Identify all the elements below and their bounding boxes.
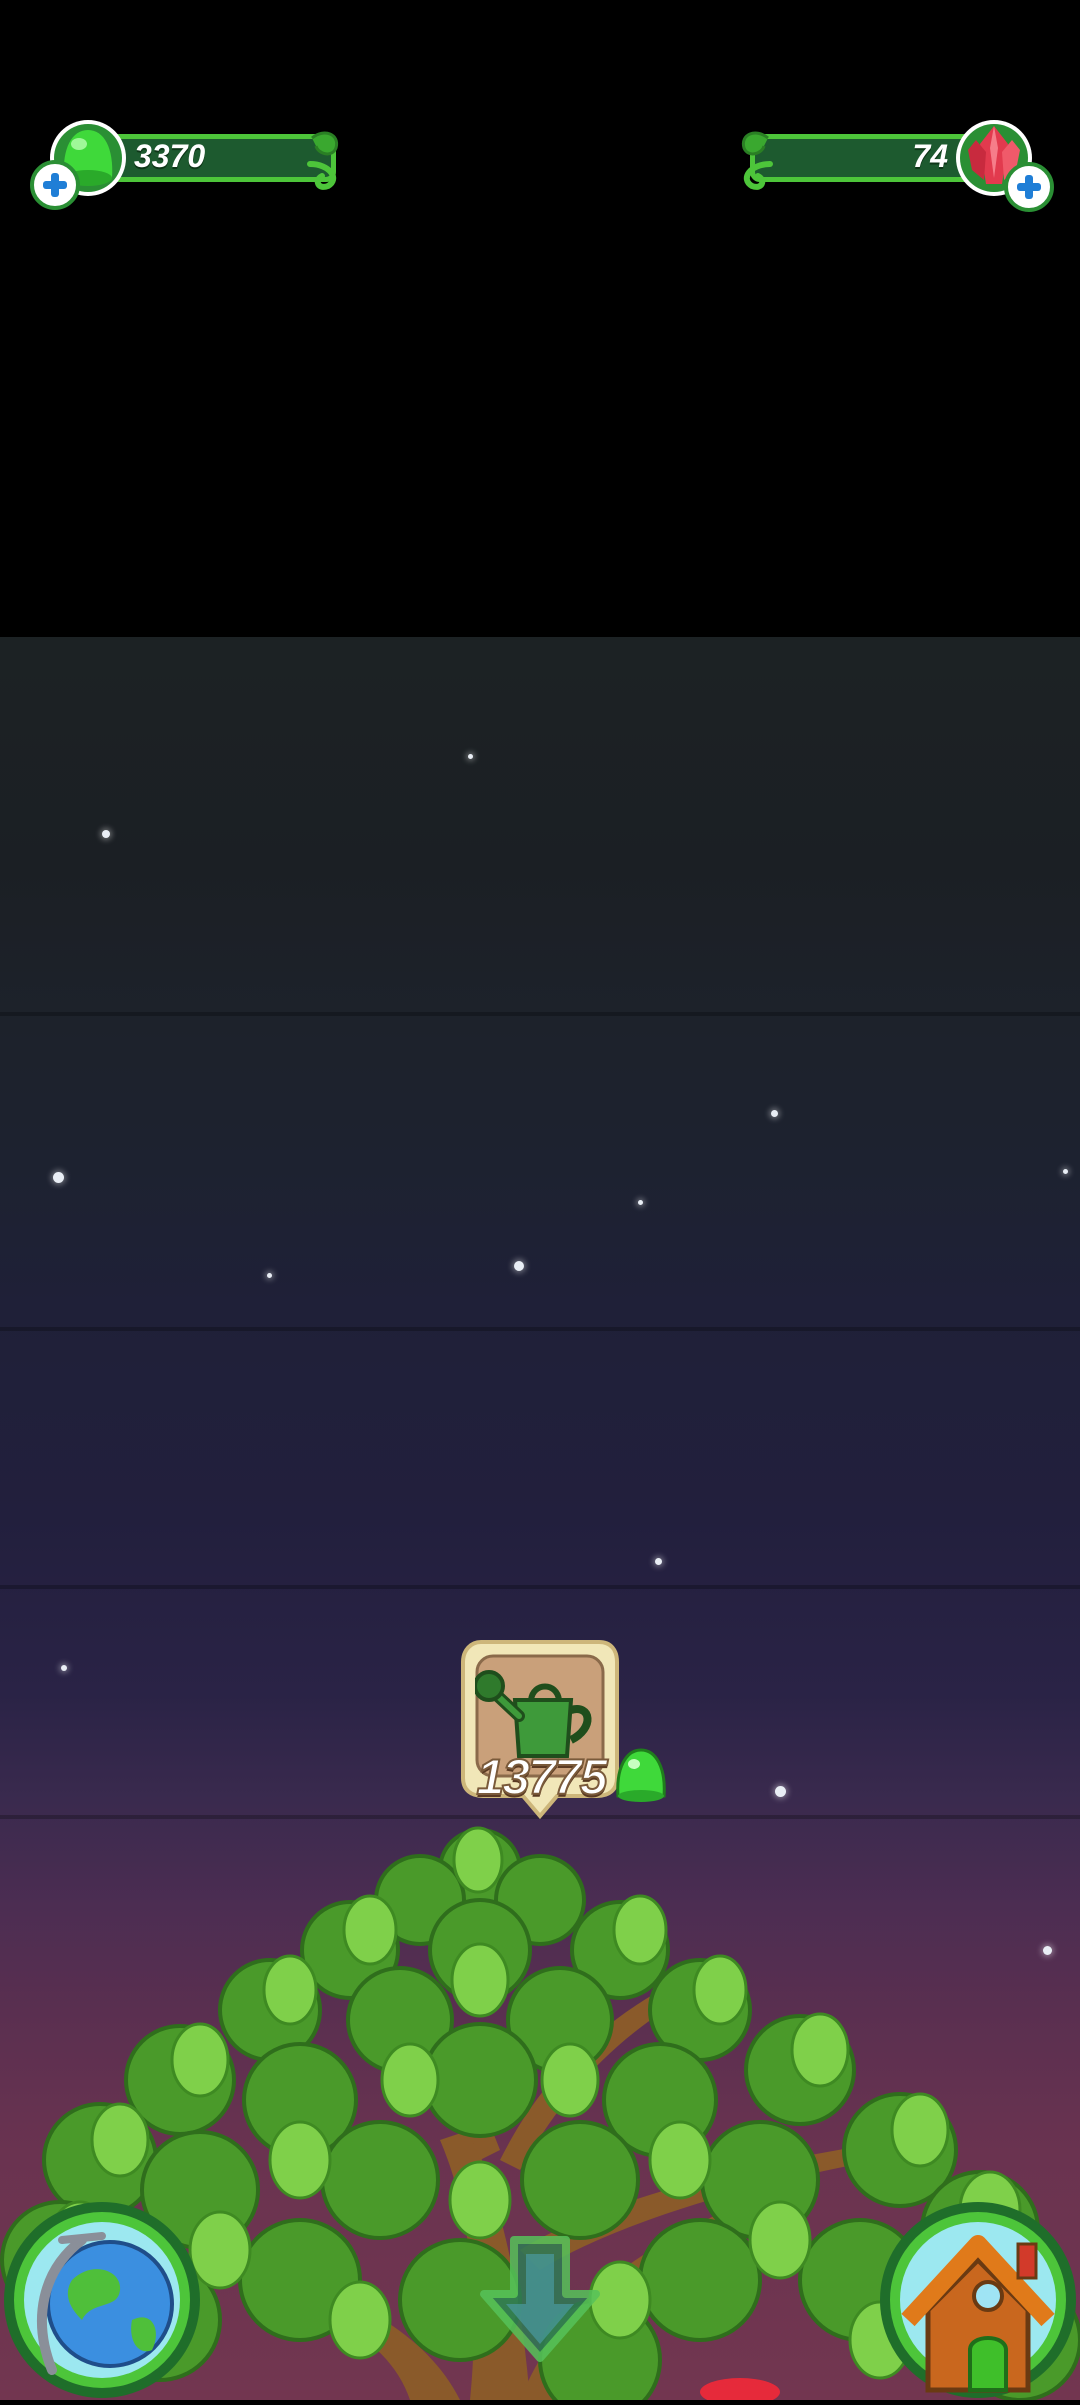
sky-band	[0, 1327, 1080, 1331]
vine-curl-icon	[741, 131, 773, 190]
sky-band	[0, 1585, 1080, 1589]
down-arrow-icon	[480, 2236, 600, 2362]
add-gems-button[interactable]	[1004, 162, 1054, 212]
watering-badge[interactable]: 13775	[461, 1640, 619, 1820]
star	[53, 1172, 64, 1183]
star	[102, 830, 110, 838]
star	[638, 1200, 643, 1205]
star	[61, 1665, 67, 1671]
world-map-button[interactable]	[2, 2200, 202, 2400]
watering-cost: 13775	[475, 1748, 608, 1806]
home-button[interactable]	[878, 2200, 1078, 2400]
gem-counter: 74	[728, 118, 1058, 212]
gem-count: 74	[912, 138, 948, 174]
star	[771, 1110, 778, 1117]
gumdrop-count: 3370	[134, 138, 206, 174]
star	[655, 1558, 662, 1565]
star	[267, 1273, 272, 1278]
vine-curl-icon	[307, 131, 339, 190]
sky-band	[0, 1012, 1080, 1016]
scroll-down-button[interactable]	[470, 2230, 610, 2370]
add-gumdrops-button[interactable]	[30, 160, 80, 210]
star	[514, 1261, 524, 1271]
star	[1063, 1169, 1068, 1174]
globe-icon	[4, 2202, 200, 2398]
green-gumdrop-icon	[616, 1748, 666, 1802]
house-icon	[880, 2202, 1076, 2398]
star	[468, 754, 473, 759]
gumdrop-counter: 3370	[30, 118, 350, 210]
